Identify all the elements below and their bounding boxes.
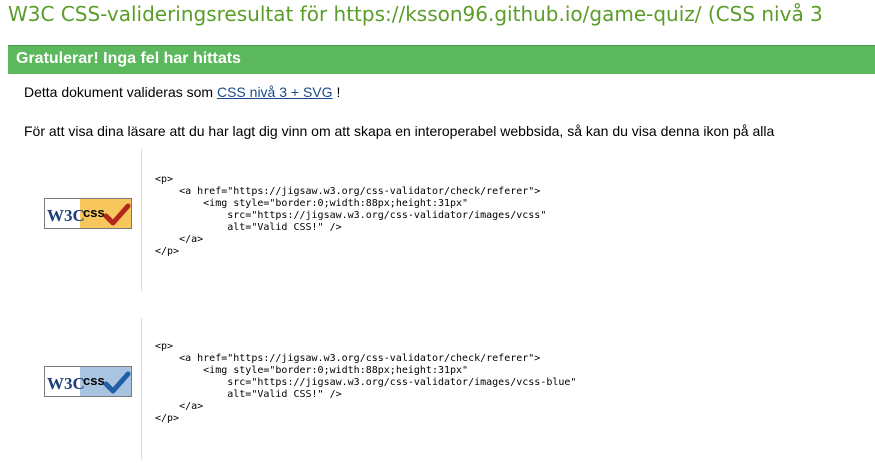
css-label: css: [83, 205, 105, 220]
badge-code-snippet-gold: <p> <a href="https://jigsaw.w3.org/css-v…: [141, 149, 875, 291]
code-block: <p> <a href="https://jigsaw.w3.org/css-v…: [155, 341, 577, 424]
css-level-link[interactable]: CSS nivå 3 + SVG: [217, 84, 333, 100]
validation-summary: Detta dokument valideras som CSS nivå 3 …: [24, 84, 340, 100]
icon-info-text: För att visa dina läsare att du har lagt…: [24, 123, 775, 139]
page-title: W3C CSS-valideringsresultat för https://…: [8, 2, 823, 26]
badge-code-snippet-blue: <p> <a href="https://jigsaw.w3.org/css-v…: [141, 318, 875, 460]
w3c-logo: W3C: [47, 374, 85, 393]
css-label: css: [83, 373, 105, 388]
validated-prefix: Detta dokument valideras som: [24, 84, 214, 100]
valid-css-badge-gold[interactable]: W3C css: [44, 198, 132, 229]
validated-suffix: !: [336, 84, 341, 100]
success-message: Gratulerar! Inga fel har hittats: [16, 50, 241, 67]
code-block: <p> <a href="https://jigsaw.w3.org/css-v…: [155, 174, 547, 257]
w3c-logo: W3C: [47, 206, 85, 225]
valid-css-badge-blue[interactable]: W3C css: [44, 366, 132, 397]
success-banner: Gratulerar! Inga fel har hittats: [8, 45, 875, 74]
